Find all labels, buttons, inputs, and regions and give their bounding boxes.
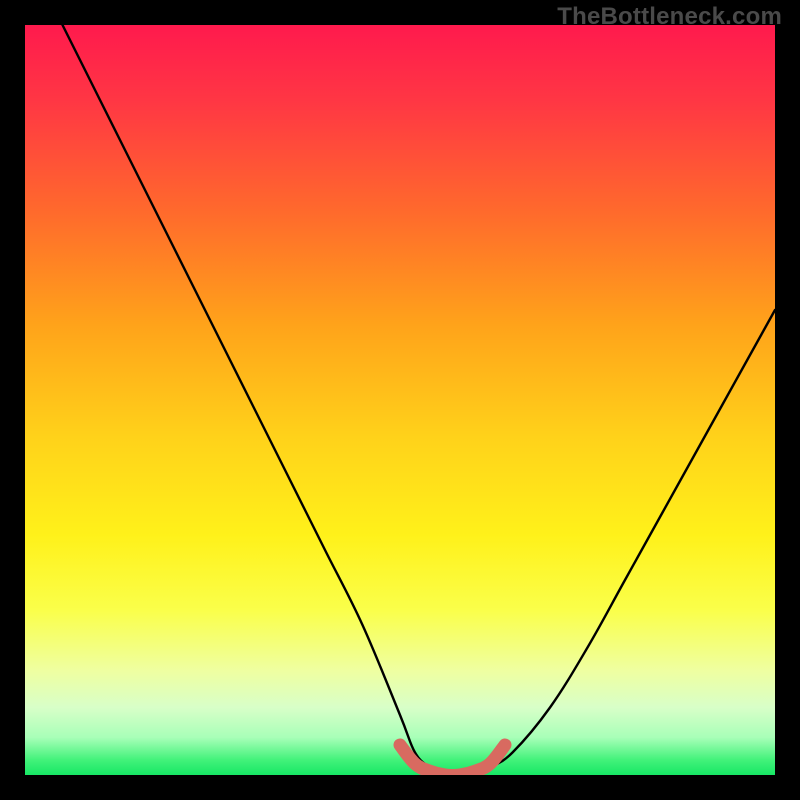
bottleneck-curve — [63, 25, 776, 775]
highlight-band — [400, 745, 505, 775]
watermark-text: TheBottleneck.com — [557, 3, 782, 31]
chart-stage: TheBottleneck.com — [0, 0, 800, 800]
chart-plot-area — [25, 25, 775, 775]
chart-svg — [25, 25, 775, 775]
